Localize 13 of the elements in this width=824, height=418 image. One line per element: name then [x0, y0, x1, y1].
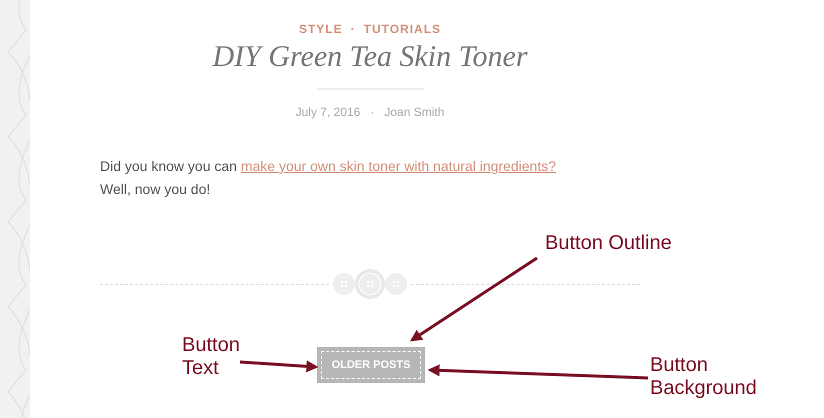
separator-dot: ·	[370, 105, 374, 119]
category-link[interactable]: STYLE	[298, 22, 343, 36]
category-link[interactable]: TUTORIALS	[364, 22, 442, 36]
text-link[interactable]: make your own skin toner with natural ingredients?	[240, 158, 556, 174]
annotation-label: Button Background	[650, 354, 758, 400]
post-author: Joan Smith	[384, 105, 444, 119]
older-posts-button[interactable]: OLDER POSTS	[316, 347, 426, 383]
annotation-label: Button Outline	[545, 232, 673, 255]
post-title: DIY Green Tea Skin Toner	[212, 40, 528, 74]
separator-dot: ·	[350, 22, 356, 36]
post-paragraph: Did you know you can make your own skin toner with natural ingredients? Well, now you do!	[100, 157, 558, 199]
post-date: July 7, 2016	[296, 105, 360, 119]
annotation-label: Button Text	[182, 334, 241, 380]
